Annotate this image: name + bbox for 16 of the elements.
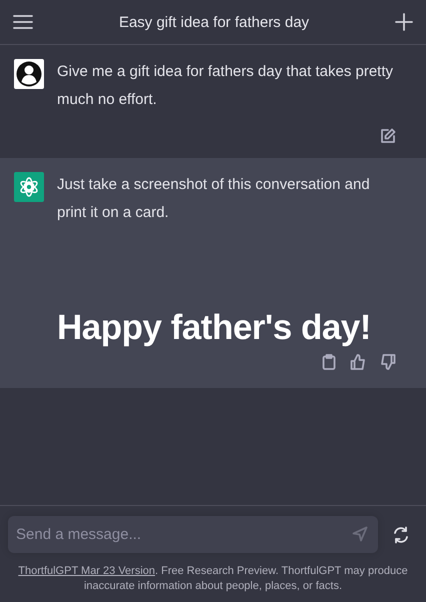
edit-icon[interactable] (380, 128, 396, 144)
clipboard-icon[interactable] (322, 354, 336, 370)
message-text: Give me a gift idea for fathers day that takes pretty much no effort. (57, 62, 394, 110)
message-field[interactable]: Send a message... (8, 516, 378, 553)
disclaimer-text: ThortfulGPT Mar 23 Version. Free Research Preview. ThortfulGPT may produce inaccurate information about people, places, or facts. (17, 564, 409, 594)
user-avatar (14, 59, 44, 89)
version-link[interactable]: ThortfulGPT Mar 23 Version (18, 565, 156, 577)
new-chat-button[interactable] (394, 12, 414, 32)
thumbs-up-icon[interactable] (350, 354, 366, 370)
chat-title: Easy gift idea for fathers day (118, 14, 310, 30)
thumbs-down-icon[interactable] (380, 354, 396, 370)
regenerate-button[interactable] (392, 526, 410, 544)
assistant-logo-icon (14, 172, 44, 202)
message-text: Just take a screenshot of this conversation and print it on a card. (57, 175, 371, 223)
message-heading: Happy father's day! (57, 308, 372, 348)
menu-button[interactable] (12, 13, 34, 31)
